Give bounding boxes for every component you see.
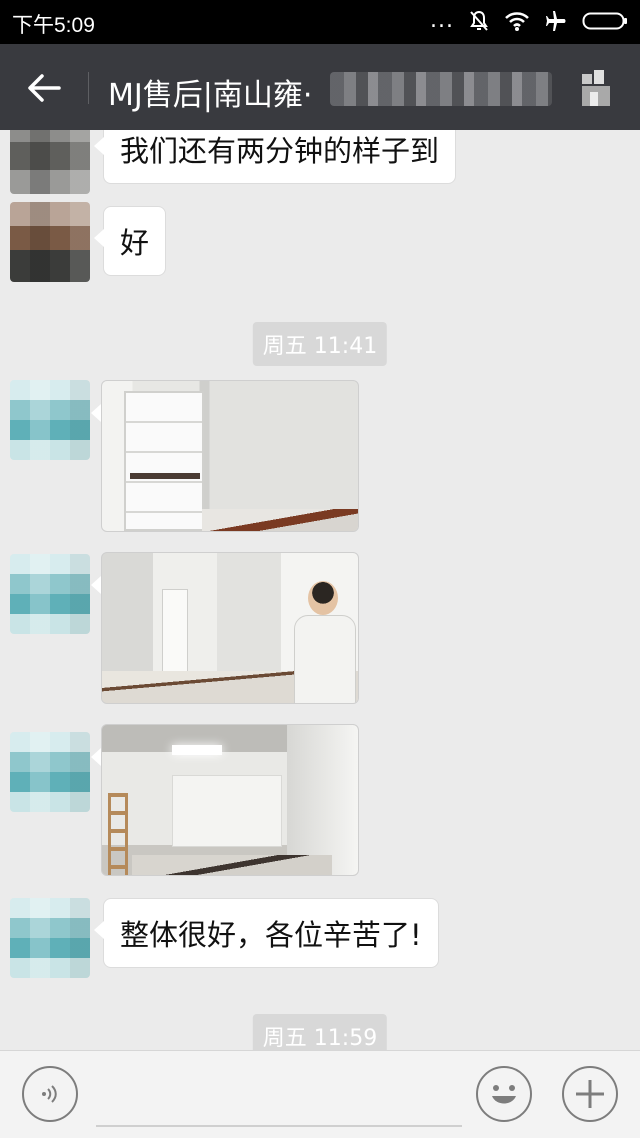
photo-door [162,589,188,679]
airplane-icon [546,11,566,31]
more-dots-icon: ... [430,8,454,33]
photo-floor [132,855,332,875]
status-time: 下午5:09 [12,14,95,37]
blurred-title-suffix [330,72,552,106]
emoji-icon [492,1085,516,1104]
bubble-tail [91,748,101,766]
status-icons: ... [430,9,628,33]
message-text: 好 [120,226,150,260]
image-message[interactable] [101,380,359,532]
status-bar: 下午5:09 ... [0,0,640,44]
message-row: 我们还有两分钟的样子到 [0,130,640,194]
message-row [0,380,640,532]
message-input[interactable] [96,1125,462,1127]
photo-person-shirt [294,615,356,703]
photo-ladder [108,793,128,875]
profile-icon [582,70,610,106]
bubble-tail [91,576,101,594]
message-list[interactable]: 我们还有两分钟的样子到 好 周五 11:41 整体很好，各位辛苦了! 周五 11… [0,130,640,1050]
message-text: 我们还有两分钟的样子到 [120,134,440,168]
image-message[interactable] [101,552,359,704]
plus-icon [576,1080,604,1108]
bubble-tail [91,404,101,422]
back-button[interactable] [24,68,64,108]
photo-person [294,581,356,703]
input-bar [0,1050,640,1138]
header-divider [88,72,89,104]
photo-ceiling-light [172,745,222,755]
emoji-button[interactable] [476,1066,532,1122]
message-text: 整体很好，各位辛苦了! [120,918,422,952]
avatar[interactable] [10,380,90,460]
avatar[interactable] [10,202,90,282]
timestamp: 周五 11:41 [252,322,388,366]
voice-button[interactable] [22,1066,78,1122]
image-message[interactable] [101,724,359,876]
timestamp: 周五 11:59 [252,1014,388,1050]
battery-icon [582,12,627,30]
text-bubble[interactable]: 我们还有两分钟的样子到 [93,130,457,184]
wifi-icon [505,12,529,31]
photo-floor [202,509,358,531]
mute-bell-icon [470,10,488,31]
message-row: 好 [0,202,640,282]
avatar[interactable] [10,898,90,978]
photo-cabinet [172,775,282,847]
photo-wardrobe [124,391,204,531]
text-bubble[interactable]: 好 [93,206,167,276]
photo-person-head [308,581,338,615]
avatar[interactable] [10,130,90,194]
message-row [0,724,640,876]
photo-stripe [130,473,200,479]
message-row [0,552,640,704]
chat-title: MJ售后|南山雍· [108,78,313,113]
text-bubble[interactable]: 整体很好，各位辛苦了! [94,898,439,968]
chat-header: MJ售后|南山雍· [0,44,640,130]
voice-icon [42,1085,57,1103]
more-button[interactable] [562,1066,618,1122]
avatar[interactable] [10,554,90,634]
chat-info-button[interactable] [576,68,616,108]
photo-wall [287,725,358,875]
message-row: 整体很好，各位辛苦了! [0,896,640,978]
arrow-left-icon [28,74,61,102]
avatar[interactable] [10,732,90,812]
